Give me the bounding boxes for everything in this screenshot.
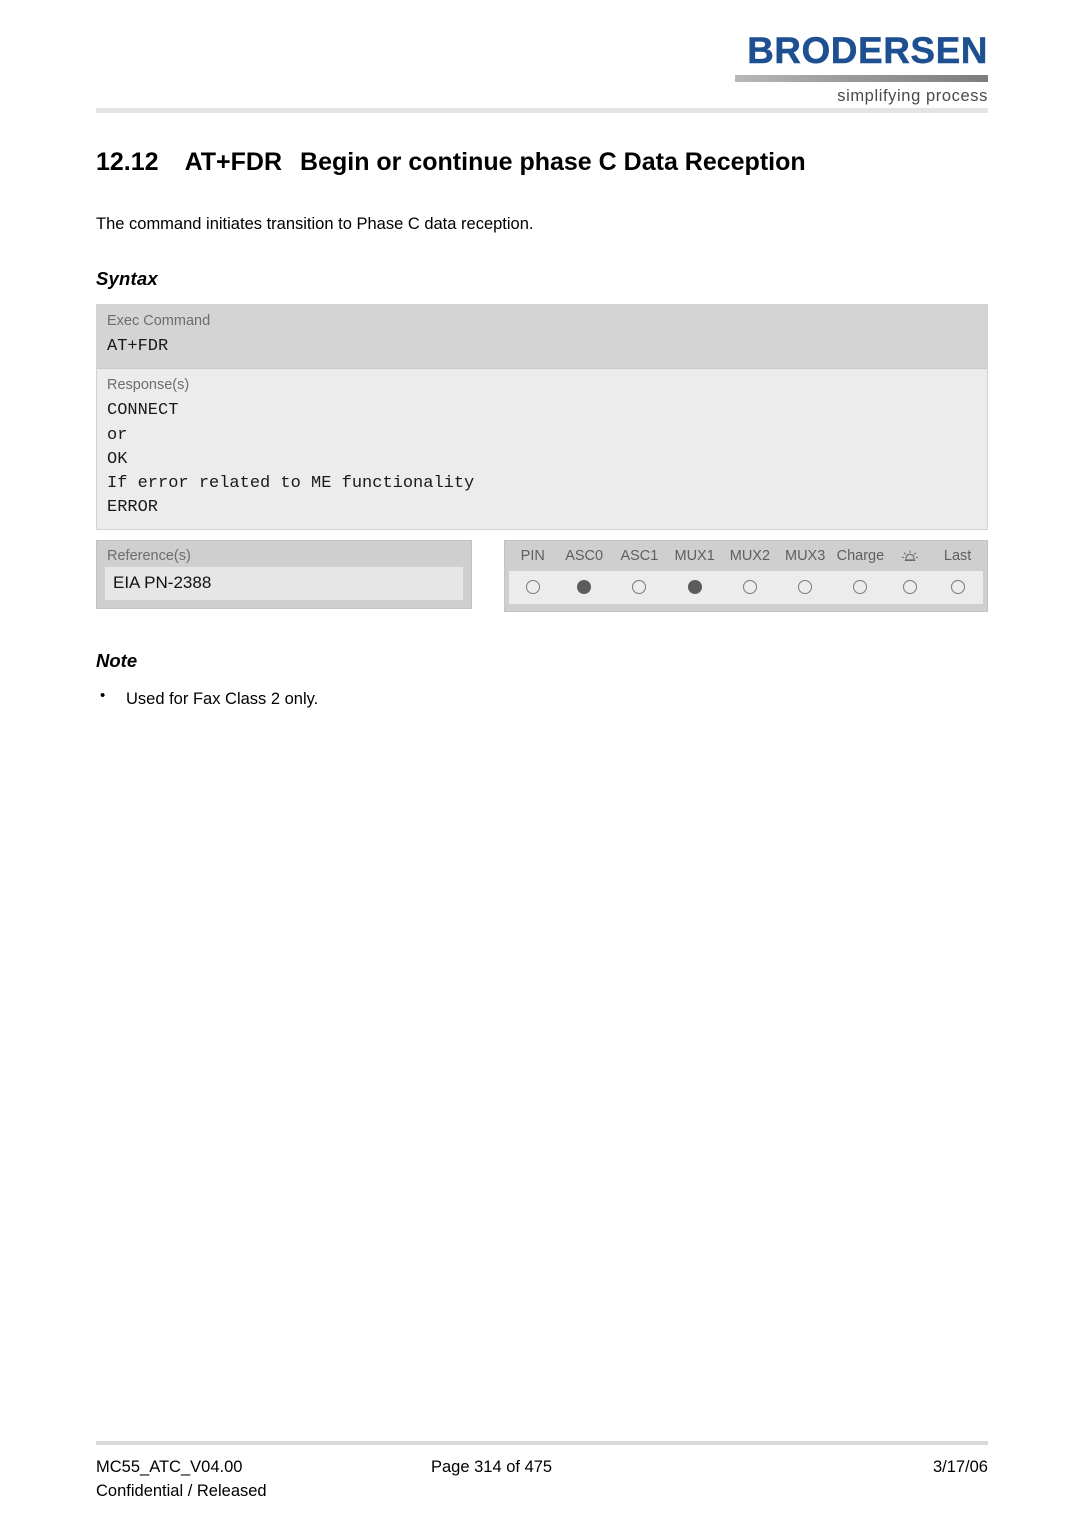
indicator-state-pin <box>509 571 557 604</box>
indicator-state-last <box>932 571 983 604</box>
filled-circle-icon <box>687 580 702 595</box>
indicator-header-row: PIN ASC0 ASC1 MUX1 MUX2 MUX3 Charge Last <box>509 545 983 571</box>
empty-circle-icon <box>632 580 647 595</box>
indicator-state-alarm <box>888 571 932 604</box>
indicator-state-mux1 <box>667 571 722 604</box>
footer-classification: Confidential / Released <box>96 1482 267 1501</box>
section-number: 12.12 <box>96 148 159 176</box>
indicator-state-mux2 <box>722 571 777 604</box>
indicator-state-mux3 <box>778 571 833 604</box>
empty-circle-icon <box>853 580 868 595</box>
empty-circle-icon <box>525 580 540 595</box>
reference-value: EIA PN-2388 <box>113 573 212 593</box>
footer-date: 3/17/06 <box>932 1458 988 1477</box>
alarm-bell-icon <box>888 545 932 571</box>
exec-command-code: AT+FDR <box>107 337 169 357</box>
indicator-state-row <box>509 571 983 605</box>
indicator-header-mux1: MUX1 <box>674 548 715 565</box>
header-rule <box>96 108 988 113</box>
section-title-text: Begin or continue phase C Data Reception <box>300 148 806 176</box>
syntax-heading: Syntax <box>96 268 158 290</box>
note-list: Used for Fax Class 2 only. <box>96 686 988 710</box>
empty-circle-icon <box>903 580 918 595</box>
response-label: Response(s) <box>107 377 190 394</box>
filled-circle-icon <box>577 580 592 595</box>
exec-command-label: Exec Command <box>107 313 211 330</box>
indicator-state-asc0 <box>557 571 612 604</box>
logo-divider-bar <box>735 75 988 82</box>
page-header: BRODERSEN simplifying process <box>0 0 1080 118</box>
indicator-state-charge <box>833 571 888 604</box>
empty-circle-icon <box>950 580 965 595</box>
command-name: AT+FDR <box>184 148 283 176</box>
footer-page-number: Page 314 of 475 <box>431 1458 553 1477</box>
syntax-table: Exec Command AT+FDR Response(s) CONNECT … <box>96 304 988 531</box>
page-footer: MC55_ATC_V04.00 Page 314 of 475 3/17/06 … <box>96 1441 988 1504</box>
intro-paragraph: The command initiates transition to Phas… <box>96 214 534 233</box>
footer-rule <box>96 1441 988 1446</box>
indicator-state-asc1 <box>612 571 667 604</box>
page-content: 12.12 AT+FDR Begin or continue phase C Dat… <box>96 148 988 711</box>
note-item: Used for Fax Class 2 only. <box>96 686 988 710</box>
reference-and-indicator-row: Reference(s) EIA PN-2388 PIN ASC0 ASC1 MUX1… <box>96 540 988 613</box>
footer-doc-id: MC55_ATC_V04.00 <box>96 1458 243 1477</box>
empty-circle-icon <box>798 580 813 595</box>
indicator-header-last: Last <box>943 548 972 565</box>
brodersen-logo: BRODERSEN simplifying process <box>718 32 988 106</box>
indicator-header-asc0: ASC0 <box>565 548 604 565</box>
empty-circle-icon <box>742 580 757 595</box>
response-code: CONNECT or OK If error related to ME fun… <box>107 401 475 517</box>
logo-wordmark: BRODERSEN <box>747 30 988 71</box>
reference-box: Reference(s) EIA PN-2388 <box>96 540 472 610</box>
reference-label: Reference(s) <box>107 548 191 565</box>
footer-primary-row: MC55_ATC_V04.00 Page 314 of 475 3/17/06 <box>96 1456 988 1480</box>
indicator-header-asc1: ASC1 <box>620 548 659 565</box>
indicator-header-pin: PIN <box>520 548 545 565</box>
note-heading: Note <box>96 650 138 672</box>
indicator-header-mux2: MUX2 <box>729 548 771 565</box>
reference-value-field: EIA PN-2388 <box>105 567 463 601</box>
indicator-header-charge: Charge <box>836 548 885 565</box>
logo-tagline: simplifying process <box>837 87 988 105</box>
page-title: 12.12 AT+FDR Begin or continue phase C Dat… <box>96 148 988 177</box>
response-block: Response(s) CONNECT or OK If error relat… <box>97 368 987 530</box>
indicator-table: PIN ASC0 ASC1 MUX1 MUX2 MUX3 Charge Last <box>504 540 988 613</box>
indicator-header-mux3: MUX3 <box>784 548 826 565</box>
exec-command-block: Exec Command AT+FDR <box>97 305 987 369</box>
